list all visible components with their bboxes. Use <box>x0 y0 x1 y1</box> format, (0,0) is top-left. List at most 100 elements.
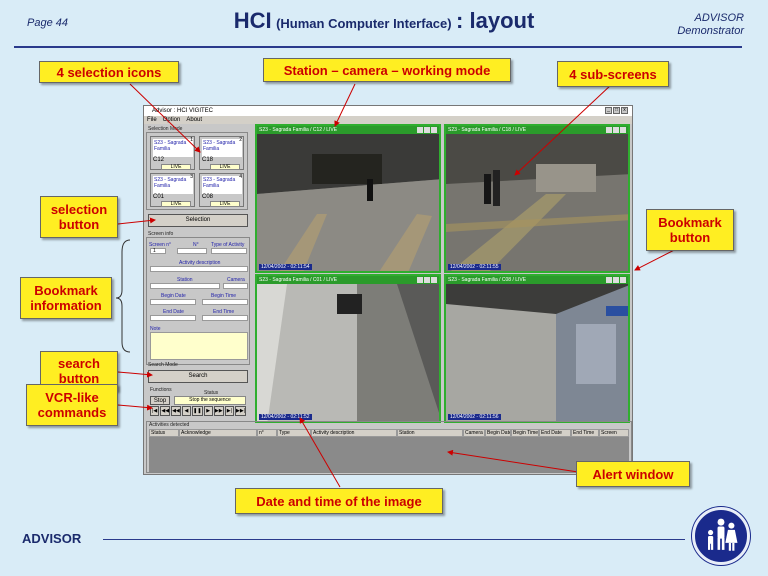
vcr-play-button[interactable]: ▶ <box>203 406 213 416</box>
sub-screen-caption: S23 - Sagrada Familia / C12 / LIVE <box>259 127 338 133</box>
note-field[interactable] <box>150 332 248 360</box>
col-no[interactable]: n° <box>257 429 277 437</box>
col-camera[interactable]: Camera <box>463 429 485 437</box>
col-begin-time[interactable]: Begin Time <box>511 429 539 437</box>
vcr-controls: |◀ ◀◀ ◀◀ ◀ ❚❚ ▶ ▶▶ ▶| ▶▶| <box>150 406 246 416</box>
alert-table-body[interactable] <box>149 437 629 472</box>
footer-brand: ADVISOR <box>22 531 82 546</box>
sub-screen-caption: S23 - Sagrada Familia / C18 / LIVE <box>448 127 527 133</box>
selection-icon-1[interactable]: S23 - Sagrada Familia C12 LIVE 1 <box>150 136 195 170</box>
vcr-last-button[interactable]: ▶▶| <box>235 406 246 416</box>
sub-screen-1[interactable]: S23 - Sagrada Familia / C12 / LIVE 12/04… <box>255 124 441 273</box>
alert-window: Activities detected Status Acknowledge n… <box>146 421 632 473</box>
maximize-icon[interactable]: □ <box>613 107 620 114</box>
vcr-step-forward-button[interactable]: ▶| <box>224 406 234 416</box>
col-end-time[interactable]: End Time <box>571 429 599 437</box>
family-logo-icon <box>692 507 750 565</box>
vcr-rewind-button[interactable]: ◀◀ <box>171 406 181 416</box>
close-icon[interactable]: x <box>621 107 628 114</box>
callout-line: information <box>30 298 102 313</box>
callout-line: commands <box>37 405 107 420</box>
callout-line: button <box>58 217 100 232</box>
icon-live: LIVE <box>161 201 191 207</box>
close-icon[interactable] <box>620 277 626 283</box>
search-button[interactable]: Search <box>148 370 248 383</box>
icon-number: 2 <box>239 137 242 143</box>
screen-no-field: 1 <box>150 248 166 254</box>
close-icon[interactable] <box>431 127 437 133</box>
callout-line: Bookmark <box>34 283 98 298</box>
vcr-first-button[interactable]: |◀ <box>150 406 160 416</box>
icon-station-sub: Familia <box>154 146 171 152</box>
vcr-pause-button[interactable]: ❚❚ <box>192 406 203 416</box>
sub-screen-2[interactable]: S23 - Sagrada Familia / C18 / LIVE 12/04… <box>444 124 630 273</box>
col-status[interactable]: Status <box>149 429 179 437</box>
title-paren: (Human Computer Interface) <box>276 16 452 31</box>
callout-line: selection <box>50 202 108 217</box>
camera-image <box>446 284 628 421</box>
title-main: HCI <box>233 8 272 33</box>
bookmark-icon[interactable] <box>417 127 423 133</box>
bookmark-icon[interactable] <box>606 127 612 133</box>
slide-title: HCI (Human Computer Interface) : layout <box>0 8 768 34</box>
minimize-icon[interactable]: _ <box>605 107 612 114</box>
selection-icon-4[interactable]: S23 - Sagrada Familia C08 LIVE 4 <box>199 173 244 207</box>
icon-station-sub: Familia <box>203 183 220 189</box>
col-station[interactable]: Station <box>397 429 463 437</box>
selection-button[interactable]: Selection <box>148 214 248 227</box>
camera-icon[interactable] <box>613 277 619 283</box>
sub-screen-4[interactable]: S23 - Sagrada Familia / C08 / LIVE 12/04… <box>444 274 630 423</box>
menu-bar: File Option About <box>144 116 632 124</box>
search-mode-label: Search Mode <box>148 362 178 368</box>
camera-image <box>446 134 628 271</box>
col-acknowledge[interactable]: Acknowledge <box>179 429 257 437</box>
begin-date-field <box>150 299 196 305</box>
camera-icon[interactable] <box>613 127 619 133</box>
icon-number: 4 <box>239 174 242 180</box>
icon-camera: C18 <box>202 157 214 163</box>
status-field: Stop the sequence <box>174 396 246 405</box>
vcr-step-back-button[interactable]: ◀ <box>181 406 192 416</box>
begin-time-field <box>202 299 248 305</box>
selection-icons-group: S23 - Sagrada Familia C12 LIVE 1 S23 - Sa… <box>146 132 248 210</box>
icon-live: LIVE <box>210 201 240 207</box>
close-icon[interactable] <box>620 127 626 133</box>
col-activity[interactable]: Activity description <box>311 429 397 437</box>
camera-icon[interactable] <box>424 127 430 133</box>
vcr-fast-rewind-button[interactable]: ◀◀ <box>160 406 171 416</box>
sub-screen-caption: S23 - Sagrada Familia / C08 / LIVE <box>448 277 527 283</box>
col-begin-date[interactable]: Begin Date <box>485 429 511 437</box>
bookmark-icon[interactable] <box>606 277 612 283</box>
col-screen[interactable]: Screen <box>599 429 629 437</box>
menu-option[interactable]: Option <box>163 116 181 124</box>
callout-line: button <box>669 230 711 245</box>
activities-label: Activities detected <box>149 422 190 428</box>
camera-image <box>257 284 439 421</box>
callout-line: search <box>58 356 100 371</box>
sub-screen-3[interactable]: S23 - Sagrada Familia / C01 / LIVE 12/04… <box>255 274 441 423</box>
menu-file[interactable]: File <box>147 116 157 124</box>
close-icon[interactable] <box>431 277 437 283</box>
selection-icon-3[interactable]: S23 - Sagrada Familia C01 LIVE 3 <box>150 173 195 207</box>
col-end-date[interactable]: End Date <box>539 429 571 437</box>
col-type[interactable]: Type <box>277 429 311 437</box>
bookmark-icon[interactable] <box>417 277 423 283</box>
camera-icon[interactable] <box>424 277 430 283</box>
selection-icon-2[interactable]: S23 - Sagrada Familia C18 LIVE 2 <box>199 136 244 170</box>
icon-live: LIVE <box>161 164 191 170</box>
menu-about[interactable]: About <box>186 116 202 124</box>
icon-live: LIVE <box>210 164 240 170</box>
title-tail: : layout <box>456 8 535 33</box>
app-title: Advisor : HCI VIGITEC <box>152 108 214 114</box>
callout-line: VCR-like <box>45 390 99 405</box>
top-divider <box>14 46 742 48</box>
stop-button[interactable]: Stop <box>150 396 170 405</box>
callout-sub-screens: 4 sub-screens <box>557 61 669 87</box>
vcr-fast-forward-button[interactable]: ▶▶ <box>213 406 224 416</box>
icon-camera: C12 <box>153 157 165 163</box>
callout-line: Bookmark <box>658 215 722 230</box>
brand-line-2: Demonstrator <box>677 25 744 37</box>
icon-station-sub: Familia <box>203 146 220 152</box>
functions-label: Functions <box>150 387 172 393</box>
callout-bookmark-button: Bookmark button <box>646 209 734 251</box>
